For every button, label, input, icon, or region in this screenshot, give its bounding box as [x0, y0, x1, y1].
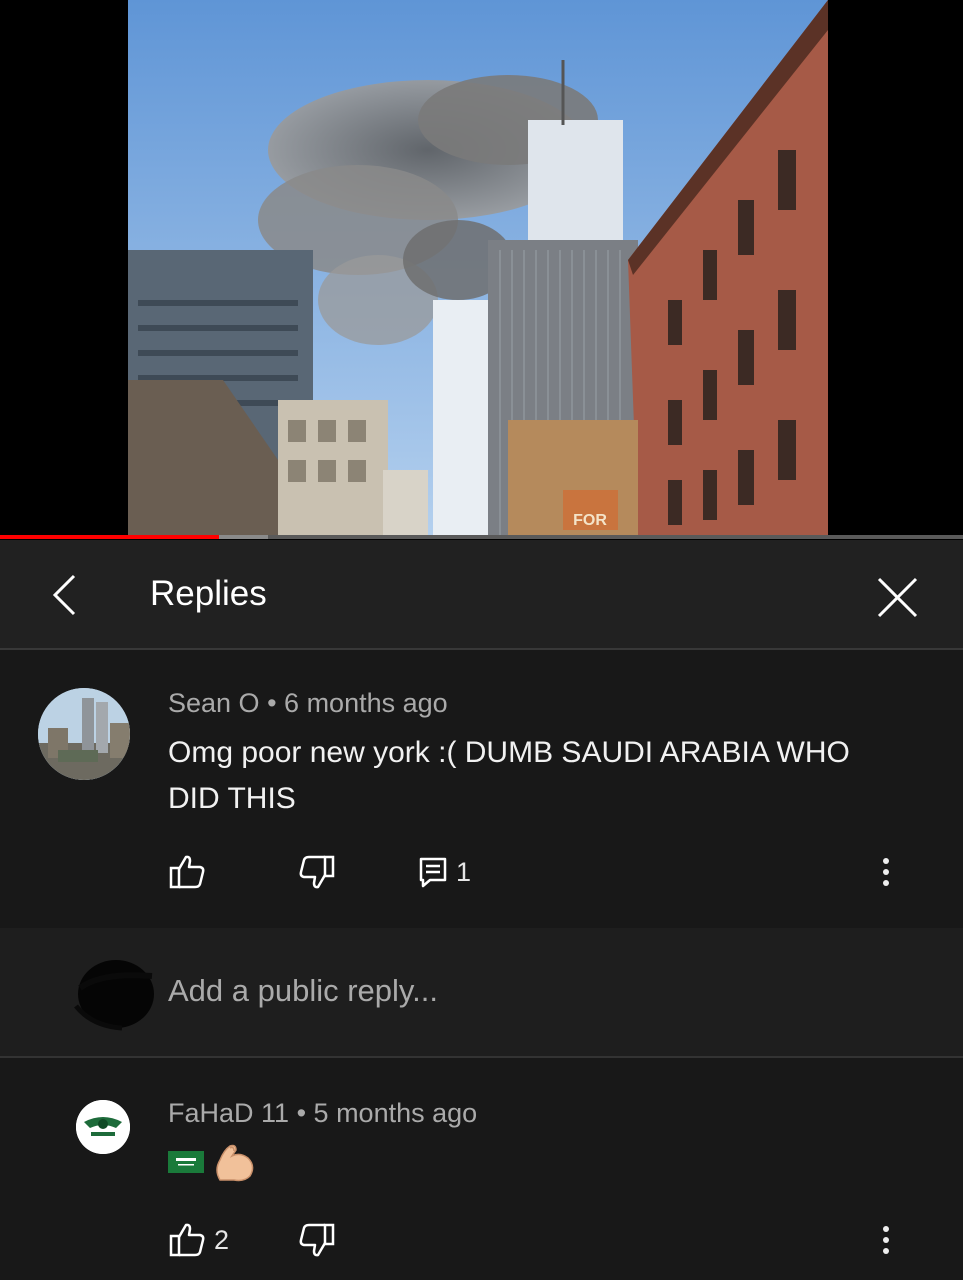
thumbs-down-icon — [299, 1223, 335, 1257]
progress-bar[interactable] — [0, 535, 963, 539]
dot — [883, 869, 889, 875]
reply-count: 1 — [456, 856, 472, 887]
user-avatar — [72, 956, 160, 1032]
dot — [883, 1248, 889, 1254]
thumbs-up-icon — [169, 1223, 205, 1257]
avatar[interactable] — [38, 688, 130, 780]
close-icon — [877, 577, 918, 618]
more-options-button[interactable] — [876, 1218, 896, 1262]
parent-comment: Sean O • 6 months ago Omg poor new york … — [0, 650, 963, 928]
like-button[interactable] — [168, 850, 206, 894]
comment-text — [168, 1142, 908, 1189]
dislike-button[interactable] — [298, 1218, 336, 1262]
more-options-button[interactable] — [876, 850, 896, 894]
close-button[interactable] — [870, 570, 925, 625]
replies-header: Replies — [0, 540, 963, 650]
meta-separator: • — [296, 1098, 307, 1128]
avatar[interactable] — [76, 1100, 130, 1154]
comment-age: 5 months ago — [313, 1098, 478, 1128]
thumbs-down-icon — [299, 855, 335, 889]
dot — [883, 1226, 889, 1232]
comment-icon — [419, 857, 447, 888]
progress-fill — [0, 535, 219, 539]
video-frame: FOR — [128, 0, 828, 537]
like-button[interactable]: 2 — [168, 1218, 229, 1262]
reply-input[interactable] — [168, 968, 908, 1014]
chevron-left-icon — [52, 574, 76, 616]
comment-text: Omg poor new york :( DUMB SAUDI ARABIA W… — [168, 736, 850, 815]
reply-count-button[interactable]: 1 — [418, 850, 471, 894]
building-sign: FOR — [573, 512, 607, 529]
comment-author[interactable]: FaHaD 11 — [168, 1098, 289, 1128]
reply-composer — [0, 928, 963, 1058]
meta-separator: • — [267, 688, 277, 718]
comment-age: 6 months ago — [284, 688, 448, 718]
reply-comment: FaHaD 11 • 5 months ago 2 — [0, 1058, 963, 1280]
comment-author[interactable]: Sean O — [168, 688, 260, 718]
dislike-button[interactable] — [298, 850, 336, 894]
comment-meta: FaHaD 11 • 5 months ago — [168, 1098, 477, 1129]
emoji-row — [168, 1142, 258, 1182]
dot — [883, 880, 889, 886]
saudi-flag-icon — [168, 1151, 204, 1173]
page-title: Replies — [150, 574, 267, 613]
back-button[interactable] — [40, 570, 90, 620]
thumbs-up-icon — [169, 855, 205, 889]
video-player[interactable]: FOR — [0, 0, 963, 540]
dot — [883, 858, 889, 864]
like-count: 2 — [214, 1224, 230, 1255]
dot — [883, 1237, 889, 1243]
flexed-biceps-icon — [216, 1144, 254, 1182]
comment-actions: 2 — [168, 1218, 928, 1262]
comment-meta: Sean O • 6 months ago — [168, 688, 448, 719]
comment-actions: 1 — [168, 850, 928, 894]
